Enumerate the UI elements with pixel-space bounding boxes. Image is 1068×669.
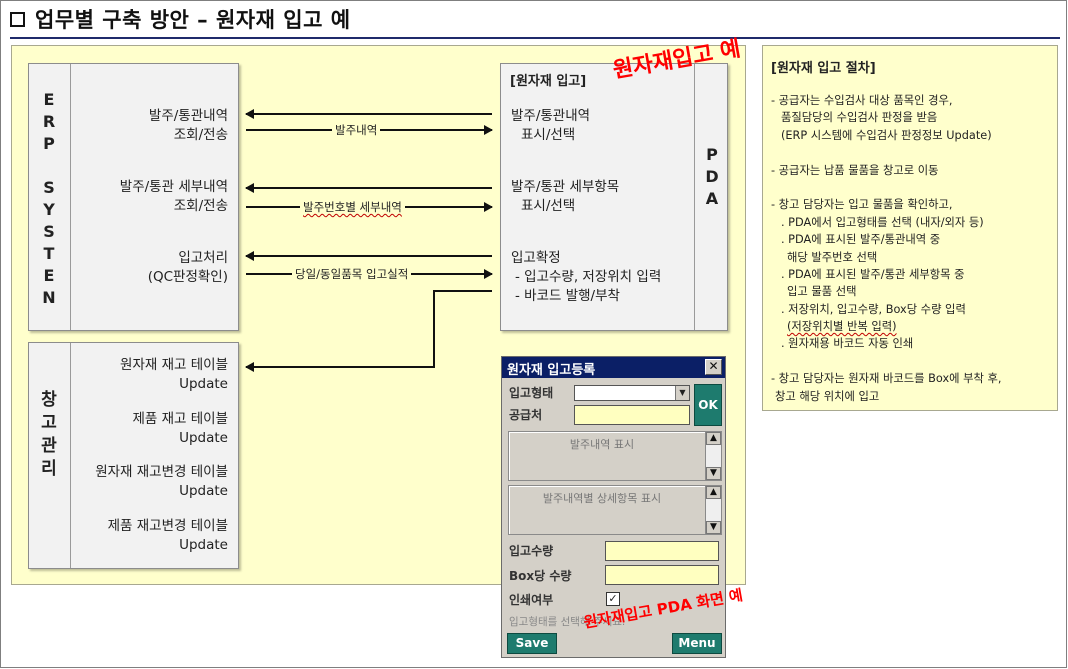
procedure-line: . PDA에 표시된 발주/통관내역 중	[781, 233, 941, 247]
pda-title: 원자재 입고등록	[507, 363, 596, 378]
procedure-line: - 공급자는 수입검사 대상 품목인 경우,	[771, 94, 953, 107]
erp-system-label: ERPSYSTEN	[42, 90, 56, 307]
warehouse-item-product-change: 제품 재고변경 테이블 Update	[107, 518, 228, 553]
warehouse-item-raw-stock: 원자재 재고 테이블 Update	[120, 357, 228, 392]
scroll-up-icon[interactable]: ▲	[706, 486, 721, 499]
pda-panel-header: [원자재 입고]	[510, 74, 587, 89]
flow-label-receiving-result: 당일/동일품목 입고실적	[292, 266, 412, 282]
procedure-line: 창고 해당 위치에 입고	[775, 389, 880, 403]
order-detail-list-placeholder: 발주내역별 상세항목 표시	[542, 492, 662, 505]
arrow-pda-to-erp-1	[245, 109, 492, 119]
procedure-line: - 공급자는 납품 물품을 창고로 이동	[771, 163, 939, 177]
ok-button[interactable]: OK	[694, 384, 722, 426]
quantity-label: 입고수량	[509, 544, 554, 558]
procedure-line	[771, 353, 1002, 370]
procedure-lines: - 공급자는 수입검사 대상 품목인 경우, 품질담당의 수입검사 판정을 받음…	[771, 92, 1002, 405]
procedure-line: (저장위치별 반복 입력)	[787, 320, 897, 334]
quantity-input[interactable]	[605, 541, 719, 561]
flow-label-order-history: 발주내역	[332, 122, 381, 138]
procedure-line: . 저장위치, 입고수량, Box당 수량 입력	[781, 302, 966, 316]
order-list[interactable]: 발주내역 표시 ▲ ▼	[508, 431, 722, 481]
scroll-down-icon[interactable]: ▼	[706, 467, 721, 480]
order-detail-list[interactable]: 발주내역별 상세항목 표시 ▲ ▼	[508, 485, 722, 535]
procedure-line: . PDA에서 입고형태를 선택 (내자/외자 등)	[781, 215, 984, 229]
connector-vertical	[433, 290, 435, 368]
pda-item-order-detail: 발주/통관 세부항목 표시/선택	[511, 179, 620, 214]
connector-horizontal	[433, 290, 492, 292]
box-quantity-label: Box당 수량	[509, 569, 572, 583]
supplier-input[interactable]	[574, 405, 690, 425]
arrow-to-warehouse	[245, 362, 435, 372]
pda-item-order-history: 발주/통관내역 표시/선택	[511, 108, 591, 143]
warehouse-item-raw-change: 원자재 재고변경 테이블 Update	[95, 464, 228, 499]
procedure-line: - 창고 담당자는 입고 물품을 확인하고,	[771, 198, 953, 212]
order-list-scrollbar[interactable]: ▲ ▼	[705, 432, 721, 480]
scroll-up-icon[interactable]: ▲	[706, 432, 721, 445]
procedure-box: [원자재 입고 절차] - 공급자는 수입검사 대상 품목인 경우, 품질담당의…	[762, 45, 1058, 411]
procedure-line: . 원자재용 바코드 자동 인쇄	[781, 337, 914, 351]
pda-divider	[694, 64, 695, 330]
receiving-type-select[interactable]: ▼	[574, 385, 690, 401]
chevron-down-icon[interactable]: ▼	[675, 386, 689, 400]
title-underline	[10, 37, 1060, 39]
close-icon[interactable]: ✕	[705, 359, 722, 375]
procedure-line	[771, 179, 1002, 196]
print-checkbox[interactable]: ✓	[606, 592, 620, 606]
supplier-label: 공급처	[509, 408, 543, 422]
order-detail-list-scrollbar[interactable]: ▲ ▼	[705, 486, 721, 534]
procedure-line: (ERP 시스템에 수입검사 판정정보 Update)	[781, 128, 992, 142]
arrow-pda-to-erp-2	[245, 183, 492, 193]
erp-divider	[70, 64, 71, 330]
procedure-line	[771, 144, 1002, 161]
receiving-type-label: 입고형태	[509, 386, 554, 400]
procedure-line: 입고 물품 선택	[787, 285, 857, 299]
flow-label-order-detail: 발주번호별 세부내역	[300, 199, 405, 215]
warehouse-divider	[70, 343, 71, 568]
procedure-line: . PDA에 표시된 발주/통관 세부항목 중	[781, 267, 965, 281]
procedure-line: 품질담당의 수입검사 판정을 받음	[781, 111, 938, 125]
arrow-pda-to-erp-3	[245, 251, 492, 261]
warehouse-item-product-stock: 제품 재고 테이블 Update	[132, 411, 228, 446]
procedure-line: - 창고 담당자는 원자재 바코드를 Box에 부착 후,	[771, 372, 1002, 386]
box-quantity-input[interactable]	[605, 565, 719, 585]
warehouse-label: 창고관리	[41, 390, 57, 479]
pda-side-label: PDA	[705, 145, 719, 208]
page-title: 업무별 구축 방안 – 원자재 입고 예	[35, 8, 351, 32]
erp-item-order-history: 발주/통관내역 조회/전송	[148, 108, 228, 143]
menu-button[interactable]: Menu	[672, 633, 722, 654]
erp-item-order-detail: 발주/통관 세부내역 조회/전송	[119, 179, 228, 214]
checkbox-bullet-icon	[10, 11, 25, 27]
print-label: 인쇄여부	[509, 593, 554, 607]
order-list-placeholder: 발주내역 표시	[569, 438, 635, 451]
save-button[interactable]: Save	[507, 633, 557, 654]
title-row: 업무별 구축 방안 – 원자재 입고 예	[10, 4, 351, 34]
procedure-title: [원자재 입고 절차]	[771, 61, 876, 76]
pda-titlebar: 원자재 입고등록 ✕	[502, 357, 725, 378]
erp-item-receiving: 입고처리 (QC판정확인)	[147, 250, 228, 285]
scroll-down-icon[interactable]: ▼	[706, 521, 721, 534]
pda-item-confirm: 입고확정 - 입고수량, 저장위치 입력 - 바코드 발행/부착	[511, 250, 662, 304]
procedure-line: 해당 발주번호 선택	[787, 250, 878, 264]
